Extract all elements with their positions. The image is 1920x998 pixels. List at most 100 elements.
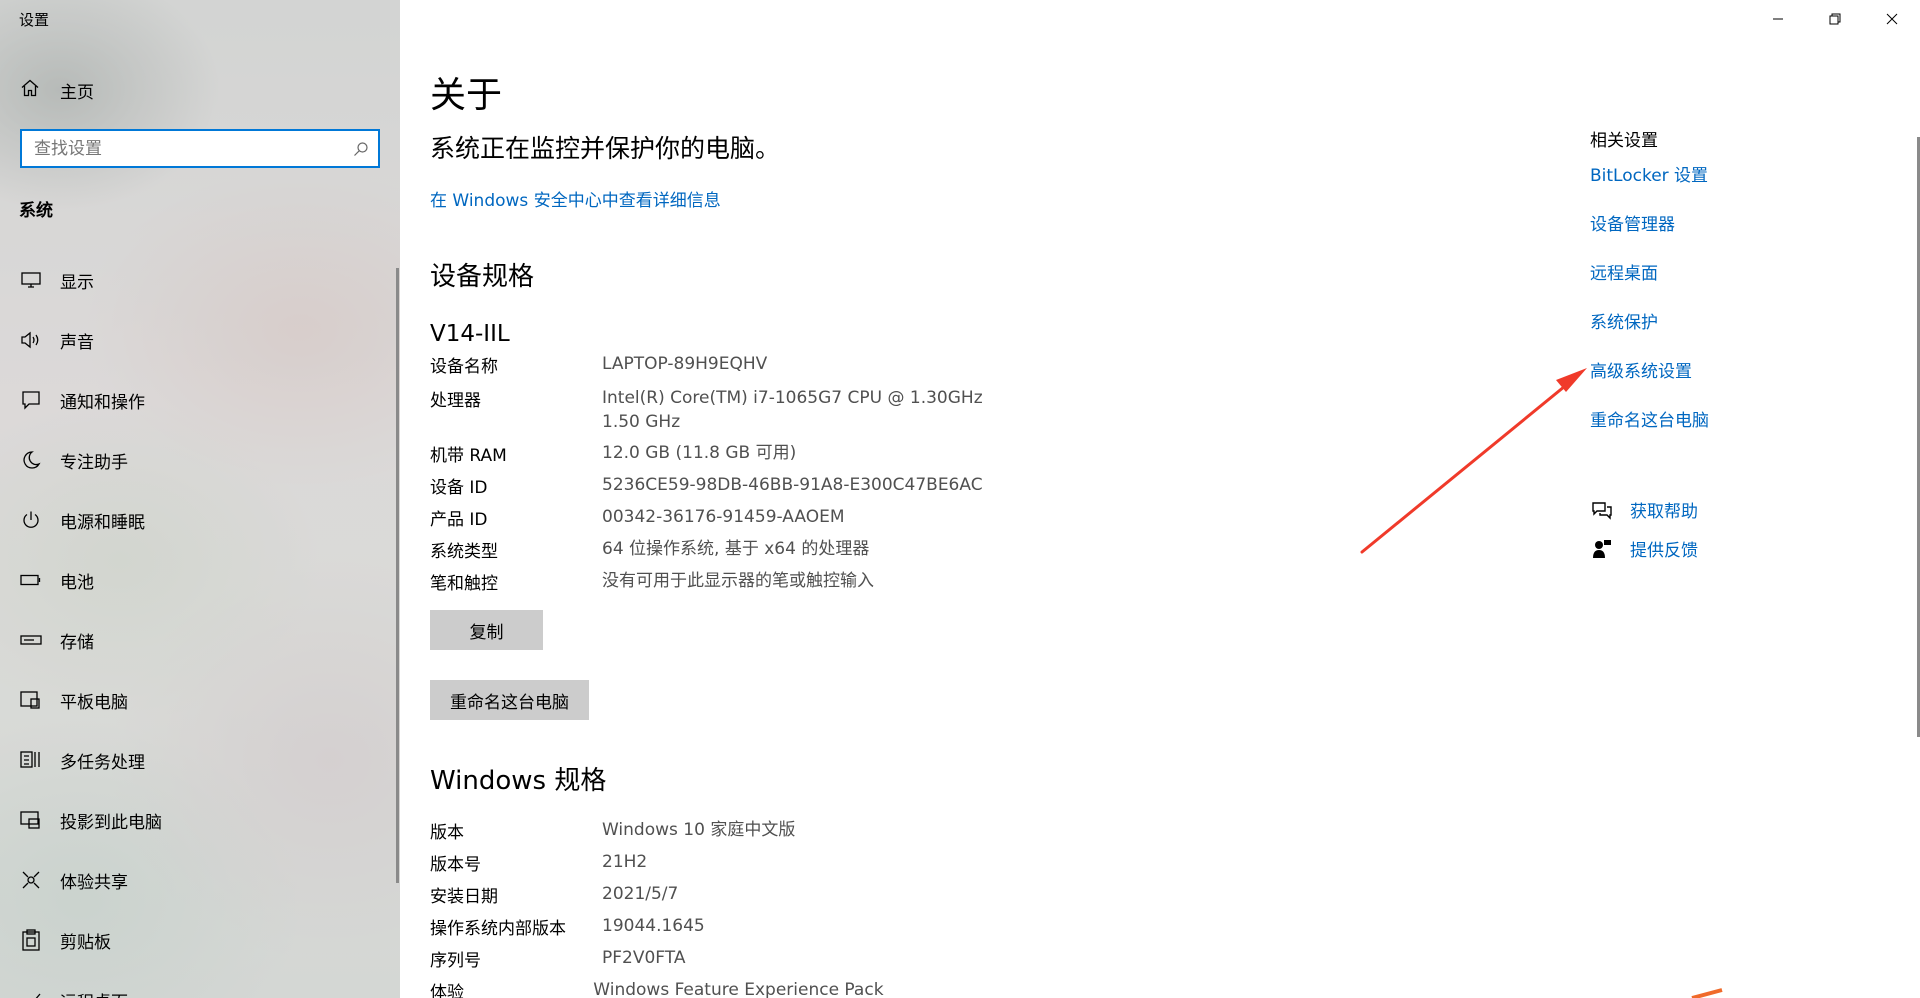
spec-key: 设备 ID [430,478,488,498]
search-icon[interactable] [344,141,378,157]
get-help-link[interactable]: 获取帮助 [1630,497,1698,522]
help-chat-icon [1590,498,1614,522]
sidebar-item-multitasking[interactable]: 多任务处理 [0,730,400,790]
sidebar: 设置 主页 系统 显示 [0,0,400,998]
security-center-link[interactable]: 在 Windows 安全中心中查看详细信息 [430,186,721,211]
spec-value: PF2V0FTA [602,948,686,968]
sidebar-scrollbar[interactable] [396,268,399,883]
sidebar-item-label: 专注助手 [60,452,128,473]
nav-list: 显示 声音 通知和操作 专注助手 电源和睡眠 电池 存储 平板电脑 多任务处理 … [0,250,400,998]
sidebar-item-display[interactable]: 显示 [0,250,400,310]
spec-key: 处理器 [430,391,481,411]
spec-row: 设备 ID 5236CE59-98DB-46BB-91A8-E300C47BE6… [430,473,1030,505]
project-icon [20,809,42,831]
monitor-icon [20,269,42,291]
power-icon [20,509,42,531]
home-nav-item[interactable]: 主页 [0,64,400,116]
close-icon [1886,10,1898,29]
main-content: 关于 系统正在监控并保护你的电脑。 在 Windows 安全中心中查看详细信息 … [400,0,1920,998]
search-box[interactable] [20,129,380,168]
spec-value: 5236CE59-98DB-46BB-91A8-E300C47BE6AC [602,475,983,495]
spec-row: 版本 Windows 10 家庭中文版 [430,818,1030,850]
feedback-row[interactable]: 提供反馈 [1590,529,1709,568]
sidebar-item-label: 显示 [60,272,94,293]
spec-row: 笔和触控 没有可用于此显示器的笔或触控输入 [430,569,1030,601]
sidebar-item-project-to-pc[interactable]: 投影到此电脑 [0,790,400,850]
spec-row: 序列号 PF2V0FTA [430,946,1030,978]
spec-value: 没有可用于此显示器的笔或触控输入 [602,571,874,591]
bitlocker-settings-link[interactable]: BitLocker 设置 [1590,163,1709,189]
home-icon [20,78,40,102]
device-spec-heading: 设备规格 [430,262,535,292]
sidebar-item-storage[interactable]: 存储 [0,610,400,670]
multitask-icon [20,749,42,771]
clipboard-icon [20,929,42,951]
sidebar-item-clipboard[interactable]: 剪贴板 [0,910,400,970]
spec-row: 机带 RAM 12.0 GB (11.8 GB 可用) [430,441,1030,473]
tablet-icon [20,689,42,711]
spec-key: 序列号 [430,951,481,971]
sidebar-item-shared-experiences[interactable]: 体验共享 [0,850,400,910]
rename-pc-link[interactable]: 重命名这台电脑 [1590,408,1709,434]
minimize-button[interactable] [1749,0,1806,38]
restore-button[interactable] [1806,0,1863,38]
copy-button[interactable]: 复制 [430,610,543,650]
remote-desktop-link[interactable]: 远程桌面 [1590,261,1709,287]
spec-row: 操作系统内部版本 19044.1645 [430,914,1030,946]
share-icon [20,869,42,891]
spec-key: 体验 [430,983,464,998]
spec-value: 00342-36176-91459-AAOEM [602,507,845,527]
spec-row: 体验 Windows Feature Experience Pack 120.2… [430,978,1030,998]
spec-row: 安装日期 2021/5/7 [430,882,1030,914]
settings-window: 设置 主页 系统 显示 [0,0,1920,998]
device-manager-link[interactable]: 设备管理器 [1590,212,1709,238]
sidebar-item-tablet[interactable]: 平板电脑 [0,670,400,730]
device-spec-table: 设备名称 LAPTOP-89H9EQHV 处理器 Intel(R) Core(T… [430,352,1030,601]
sidebar-item-label: 远程桌面 [60,988,128,998]
sidebar-item-power-sleep[interactable]: 电源和睡眠 [0,490,400,550]
sidebar-item-label: 声音 [60,332,94,353]
spec-row: 版本号 21H2 [430,850,1030,882]
page-title: 关于 [430,75,503,116]
sidebar-item-notifications[interactable]: 通知和操作 [0,370,400,430]
notification-icon [20,389,42,411]
advanced-system-settings-link[interactable]: 高级系统设置 [1590,359,1709,385]
spec-row: 设备名称 LAPTOP-89H9EQHV [430,352,1030,386]
spec-value: Windows 10 家庭中文版 [602,820,796,840]
windows-spec-table: 版本 Windows 10 家庭中文版 版本号 21H2 安装日期 2021/5… [430,818,1030,998]
speaker-icon [20,329,42,351]
spec-key: 安装日期 [430,887,498,907]
get-help-row[interactable]: 获取帮助 [1590,490,1709,529]
rename-pc-button[interactable]: 重命名这台电脑 [430,680,589,720]
sidebar-item-remote-desktop[interactable]: 远程桌面 [0,970,400,998]
device-model: V14-IIL [430,321,510,347]
remote-desktop-icon [20,989,42,998]
close-button[interactable] [1863,0,1920,38]
home-label: 主页 [60,82,94,103]
sidebar-item-sound[interactable]: 声音 [0,310,400,370]
related-settings: 相关设置 BitLocker 设置 设备管理器 远程桌面 系统保护 高级系统设置… [1590,126,1709,568]
system-protection-link[interactable]: 系统保护 [1590,310,1709,336]
windows-spec-heading: Windows 规格 [430,766,607,796]
window-controls [1749,0,1920,38]
app-title: 设置 [19,11,50,29]
sidebar-item-label: 体验共享 [60,872,128,893]
sidebar-item-label: 投影到此电脑 [60,812,162,833]
spec-value: 64 位操作系统, 基于 x64 的处理器 [602,539,870,559]
related-settings-title: 相关设置 [1590,131,1658,151]
spec-value: 2021/5/7 [602,884,679,904]
search-input[interactable] [22,131,344,166]
sidebar-item-label: 电源和睡眠 [60,512,145,533]
sidebar-item-focus-assist[interactable]: 专注助手 [0,430,400,490]
sidebar-item-label: 通知和操作 [60,392,145,413]
spec-value: 12.0 GB (11.8 GB 可用) [602,443,797,463]
spec-value: Intel(R) Core(TM) i7-1065G7 CPU @ 1.30GH… [602,388,983,432]
spec-key: 笔和触控 [430,574,498,594]
spec-value: Windows Feature Experience Pack 120.2212… [593,980,884,998]
section-heading: 系统 [19,201,53,221]
battery-icon [20,569,42,591]
feedback-link[interactable]: 提供反馈 [1630,536,1698,561]
sidebar-item-battery[interactable]: 电池 [0,550,400,610]
sidebar-item-label: 剪贴板 [60,932,111,953]
sidebar-item-label: 多任务处理 [60,752,145,773]
